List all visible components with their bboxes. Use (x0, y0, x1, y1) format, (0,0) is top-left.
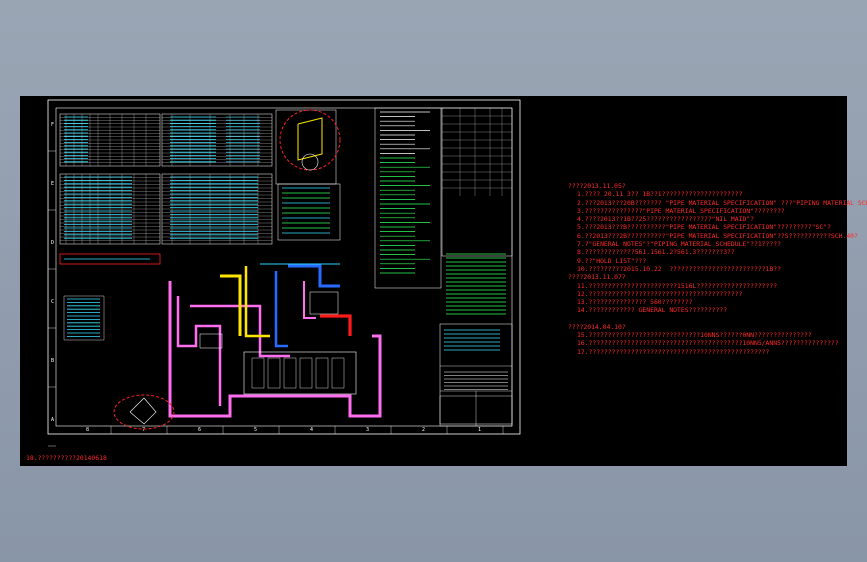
border-col-label: 8 (86, 427, 89, 433)
revision-item: 16.?????????????????????????????????????… (577, 339, 839, 348)
revision-header: ????2013.11.07? (568, 273, 626, 282)
border-col-label: 1 (478, 427, 481, 433)
equipment-module (299, 357, 313, 389)
revision-table (441, 107, 513, 257)
border-col-label: 7 (142, 427, 145, 433)
equipment-module (331, 357, 345, 389)
revision-item: 10.?????????2015.10.22 ?????????????????… (577, 264, 781, 273)
revision-item: 7.?"GENERAL NOTES"?"PIPING MATERIAL SCHE… (577, 240, 781, 249)
revision-item: 2.???2013???20B??????? "PIPE MATERIAL SP… (577, 198, 867, 207)
equipment-vessel (309, 291, 339, 315)
revision-header: ????2013.11.05? (568, 182, 626, 190)
border-row-label: A (51, 417, 54, 423)
revision-item: 4.????2013??1B??25?????????????????"NIL … (577, 215, 754, 224)
pipe-magenta-branch (176, 296, 222, 406)
border-row-label: E (51, 181, 54, 187)
equipment-module (251, 357, 265, 389)
equipment-module (267, 357, 281, 389)
revision-item: 9.??"HOLD LIST"??? (577, 256, 647, 265)
pipe-yellow (244, 266, 270, 338)
iso-circle (301, 153, 319, 171)
border-col-label: 4 (310, 427, 313, 433)
revision-cloud-top (279, 109, 341, 171)
revision-item: 15.?????????????????????????????10NNS???… (577, 331, 812, 340)
border-row-label: C (51, 299, 54, 305)
revision-notes: ????2013.11.05? 1.???? 20.11 3?? 1B??1???… (568, 182, 867, 356)
border-col-label: 3 (366, 427, 369, 433)
revision-item: 11.???????????????????????1516L?????????… (577, 281, 778, 290)
revision-item: 1.???? 20.11 3?? 1B??1??????????????????… (577, 190, 743, 199)
detail-box (275, 109, 337, 185)
revision-item: 3.???????????????"PIPE MATERIAL SPECIFIC… (577, 206, 785, 215)
info-block (277, 183, 341, 241)
revision-item: 14.???????????? GENERAL NOTES?????????? (577, 306, 728, 315)
border-row-label: B (51, 358, 54, 364)
border-col-label: 2 (422, 427, 425, 433)
revision-header: ????2014.04.10? (568, 322, 626, 331)
cad-viewport[interactable]: F E D C B A 8 7 6 5 4 3 2 1 ????2013.11.05? 1.???? 20.… (20, 96, 867, 466)
border-row-label: D (51, 240, 54, 246)
border-row-label: F (51, 122, 54, 128)
border-col-label: 5 (254, 427, 257, 433)
revision-item: 17.?????????????????????????????????????… (577, 347, 770, 356)
iso-frame (297, 117, 323, 161)
pipe-blue (274, 271, 288, 348)
pipe-blue (288, 264, 340, 288)
equipment-pump (199, 333, 223, 349)
equipment-module (283, 357, 297, 389)
revision-item: 13.??????????????? 560???????? (577, 298, 693, 307)
equipment-module (315, 357, 329, 389)
border-col-label: 6 (198, 427, 201, 433)
pipe-red (320, 314, 352, 336)
revision-item: 5.???2013???B??????????"PIPE MATERIAL SP… (577, 223, 831, 232)
revision-item: 6.??2013???2B??????????"PIPE MATERIAL SP… (577, 231, 858, 240)
iso-detail (129, 397, 157, 425)
revision-item: 12.?????????????????????????????????????… (577, 289, 743, 298)
footer-revision-note: 18.??????????20140618 (26, 454, 107, 462)
revision-item: 8.?????????????561.1561.2?561.3???????3?… (577, 248, 735, 257)
